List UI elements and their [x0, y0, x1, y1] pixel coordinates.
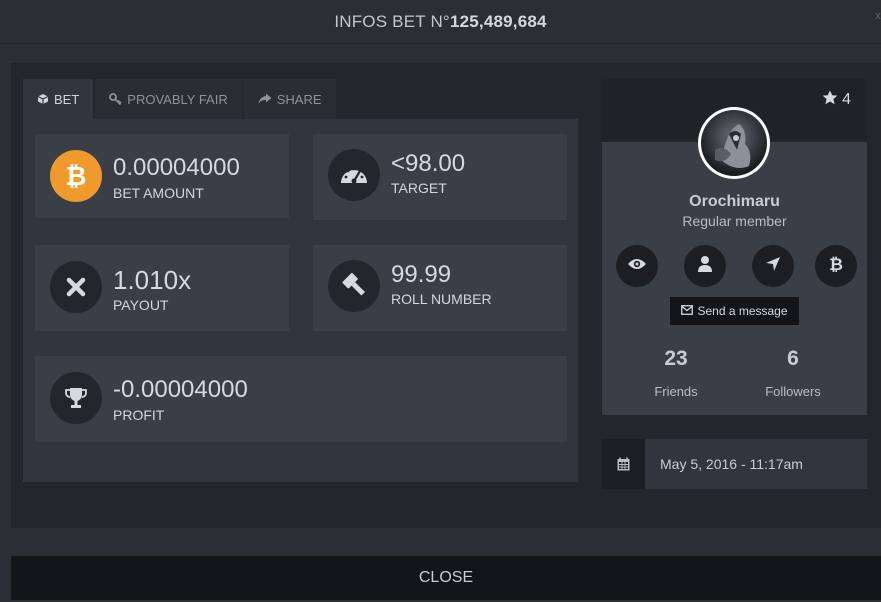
bet-amount-value: 0.00004000 [113, 154, 240, 181]
payout-value: 1.010x [113, 265, 192, 295]
tab-provably-fair[interactable]: PROVABLY FAIR [95, 79, 242, 119]
roll-number-label: ROLL NUMBER [391, 291, 492, 307]
close-x-button[interactable]: x [875, 10, 881, 22]
payout-label: PAYOUT [113, 297, 169, 313]
svg-text:₿: ₿ [829, 255, 843, 274]
star-rating: 4 [822, 90, 851, 110]
tab-bet-label: BET [54, 91, 80, 107]
tab-share-label: SHARE [276, 91, 322, 107]
close-button[interactable]: CLOSE [11, 556, 881, 600]
modal-header: INFOS BET N° 125,489,684 x [0, 0, 881, 44]
followers-count: 6 [787, 347, 799, 370]
profit-label: PROFIT [113, 407, 165, 423]
calendar-icon [602, 439, 645, 489]
send-message-label: Send a message [697, 304, 788, 318]
star-count: 4 [842, 91, 851, 108]
profit-value: -0.00004000 [113, 376, 248, 403]
avatar-image [701, 110, 767, 176]
send-tip-button[interactable] [752, 245, 794, 287]
avatar[interactable] [698, 107, 770, 179]
payout-card: 1.010x PAYOUT [35, 245, 289, 331]
gavel-icon [328, 260, 380, 312]
friends-count: 23 [664, 347, 688, 370]
trophy-icon [50, 372, 102, 424]
bet-amount-label: BET AMOUNT [113, 185, 204, 201]
cube-icon [37, 93, 49, 105]
profile-card: 4 Orochimaru Regular member ₿ Send a mes… [602, 79, 867, 415]
bet-date-row: May 5, 2016 - 11:17am [602, 439, 867, 489]
bet-amount-card: ₿ 0.00004000 BET AMOUNT [35, 134, 289, 218]
bet-date: May 5, 2016 - 11:17am [660, 456, 803, 472]
modal-title-prefix: INFOS BET N° [334, 11, 450, 31]
dashboard-icon [328, 149, 380, 201]
roll-number-value: 99.99 [391, 261, 452, 288]
user-icon [697, 255, 713, 278]
add-friend-button[interactable] [684, 245, 726, 287]
svg-text:₿: ₿ [65, 162, 86, 191]
star-icon [822, 90, 842, 110]
username[interactable]: Orochimaru [602, 193, 867, 211]
bitcoin-icon: ₿ [50, 150, 102, 202]
tab-bet[interactable]: BET [23, 79, 94, 119]
envelope-icon [681, 304, 697, 318]
user-role: Regular member [682, 213, 787, 229]
bitcoin-icon: ₿ [828, 254, 844, 279]
profit-card: -0.00004000 PROFIT [35, 356, 567, 442]
tab-provably-fair-label: PROVABLY FAIR [127, 91, 228, 107]
modal-content: BET PROVABLY FAIR SHARE ₿ 0.00004000 BET… [11, 63, 881, 528]
key-icon [109, 93, 122, 105]
bitcoin-tip-button[interactable]: ₿ [815, 245, 857, 287]
eye-icon [627, 257, 647, 276]
tab-share[interactable]: SHARE [243, 79, 336, 119]
target-value: <98.00 [391, 150, 466, 177]
bet-number: 125,489,684 [449, 11, 547, 31]
share-icon [258, 93, 272, 105]
times-icon [50, 261, 102, 313]
target-label: TARGET [391, 180, 447, 196]
roll-number-card: 99.99 ROLL NUMBER [313, 245, 567, 331]
bet-panel: BET PROVABLY FAIR SHARE ₿ 0.00004000 BET… [23, 79, 578, 482]
tab-bar: BET PROVABLY FAIR SHARE [23, 79, 338, 119]
followers-label: Followers [765, 384, 821, 399]
view-profile-button[interactable] [616, 245, 658, 287]
friends-label: Friends [654, 384, 698, 399]
send-message-button[interactable]: Send a message [670, 297, 799, 325]
location-arrow-icon [765, 256, 781, 277]
target-card: <98.00 TARGET [313, 134, 567, 220]
tab-content: ₿ 0.00004000 BET AMOUNT <98.00 TARGET 1.… [23, 119, 578, 482]
